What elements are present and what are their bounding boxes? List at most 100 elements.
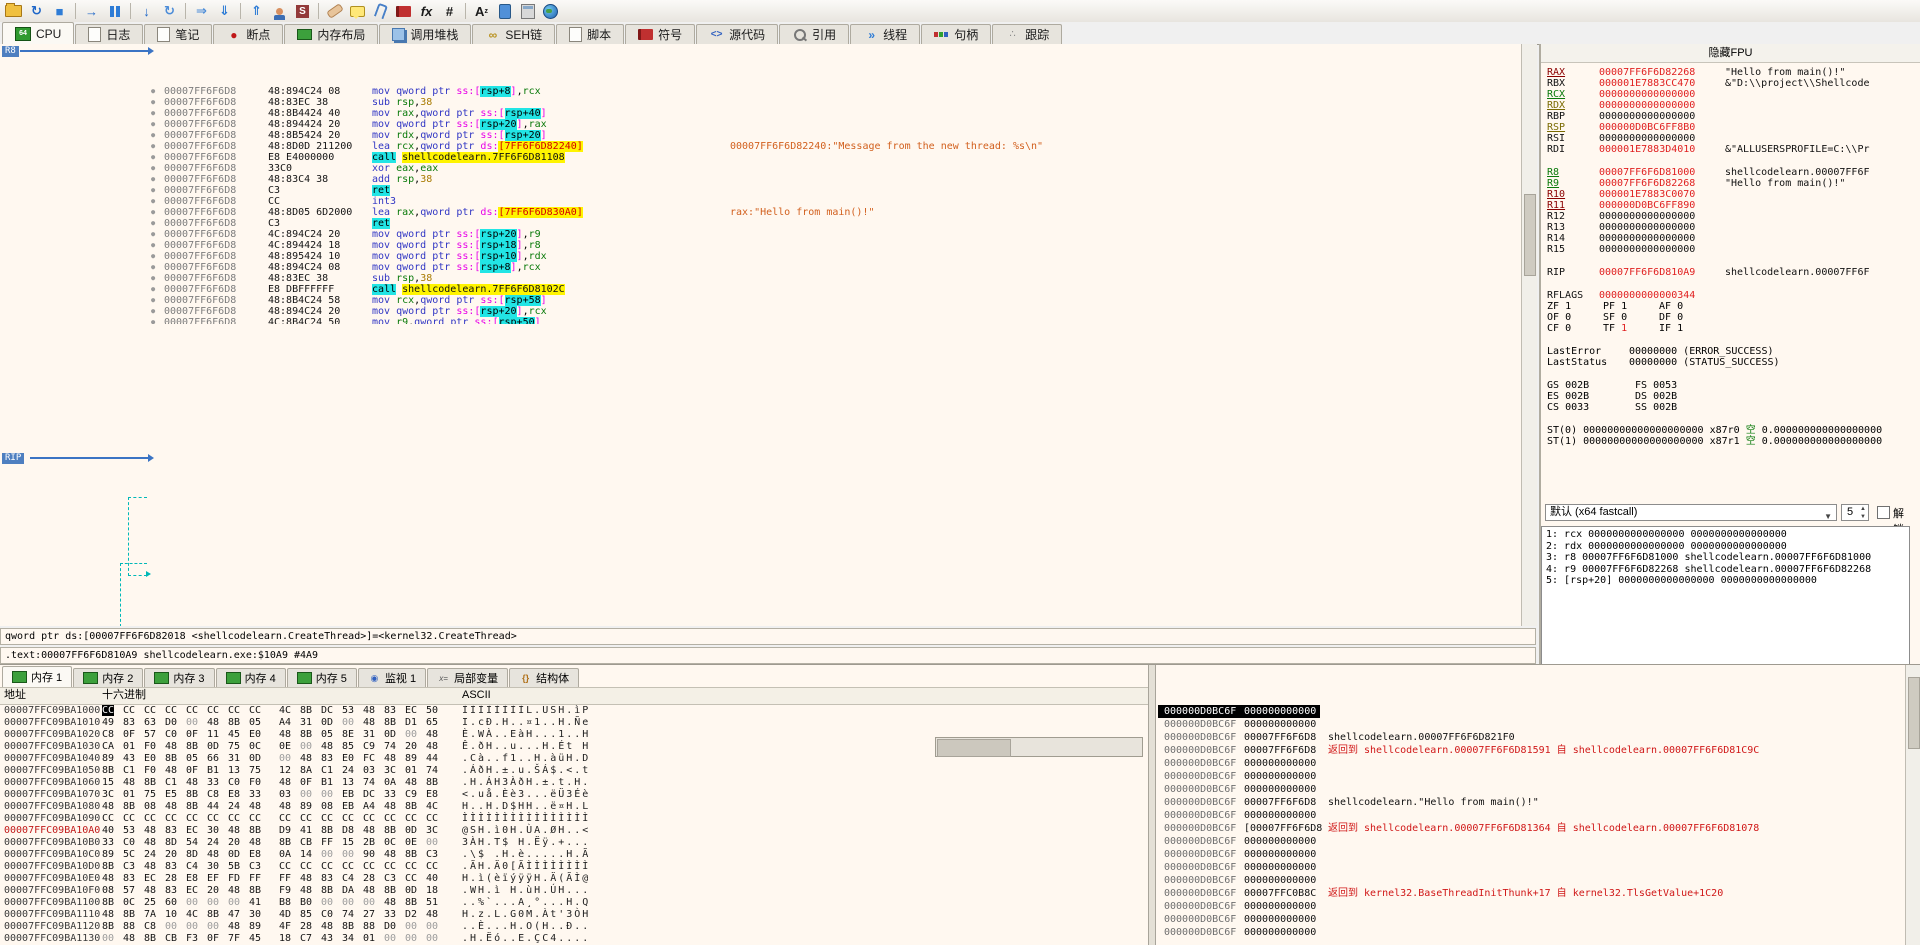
dump-row[interactable]: 00007FFC09BA1080488B08488B442448488908EB… [0, 801, 1148, 813]
stack-pane[interactable]: 000000D0BC6F000000000000000000D0BC6F0000… [1156, 665, 1905, 945]
dump-row[interactable]: 00007FFC09BA1000CCCCCCCCCCCCCCCC4C8BDC53… [0, 705, 1148, 717]
open-file-icon[interactable] [3, 2, 24, 21]
register-row-RBP[interactable]: RBP0000000000000000 [1547, 111, 1916, 122]
tab-断点[interactable]: ●断点 [213, 24, 283, 44]
tab-内存 3[interactable]: 内存 3 [144, 668, 214, 687]
dump-row[interactable]: 00007FFC09BA10D08BC34883C4305BC3CCCCCCCC… [0, 861, 1148, 873]
stack-row[interactable]: 000000D0BC6F000000000000 [1156, 809, 1905, 822]
status-register-row[interactable]: LastError00000000 (ERROR_SUCCESS) [1547, 346, 1916, 357]
pane-splitter[interactable] [1148, 665, 1156, 945]
stack-row[interactable]: 000000D0BC6F[00007FF6F6D8返回到 shellcodele… [1156, 822, 1905, 835]
row-dot[interactable]: ● [151, 174, 161, 185]
dump-row[interactable]: 00007FFC09BA10703C0175E58BC8E833030000EB… [0, 789, 1148, 801]
registers-panel[interactable]: 隐藏FPU RAX00007FF6F6D82268"Hello from mai… [1539, 44, 1920, 712]
labels-icon[interactable]: # [439, 2, 460, 21]
row-dot[interactable]: ● [151, 185, 161, 196]
stack-row[interactable]: 000000D0BC6F00007FF6F6D8shellcodelearn."… [1156, 796, 1905, 809]
tab-内存 5[interactable]: 内存 5 [287, 668, 357, 687]
calculator-icon[interactable] [517, 2, 538, 21]
status-register-row[interactable]: LastStatus00000000 (STATUS_SUCCESS) [1547, 357, 1916, 368]
patch-icon[interactable] [324, 2, 345, 21]
disasm-row[interactable]: ●00007FF6F6D8C3ret [0, 185, 1148, 196]
stack-row[interactable]: 000000D0BC6F000000000000 [1156, 770, 1905, 783]
dump-row[interactable]: 00007FFC09BA10C0895C24208D480DE80A140000… [0, 849, 1148, 861]
execute-till-return-icon[interactable]: ⇑ [246, 2, 267, 21]
stack-row[interactable]: 000000D0BC6F000000000000 [1156, 783, 1905, 796]
spinner-arrows-icon[interactable]: ▲▼ [1860, 505, 1866, 521]
register-row-RAX[interactable]: RAX00007FF6F6D82268"Hello from main()!" [1547, 67, 1916, 78]
segment-row[interactable]: CS 0033SS 002B [1547, 402, 1916, 413]
tab-跟踪[interactable]: ∴跟踪 [992, 24, 1062, 44]
row-dot[interactable]: ● [151, 163, 161, 174]
row-dot[interactable]: ● [151, 306, 161, 317]
row-dot[interactable]: ● [151, 218, 161, 229]
row-dot[interactable]: ● [151, 141, 161, 152]
restart-icon[interactable]: ↻ [26, 2, 47, 21]
register-row-RSI[interactable]: RSI0000000000000000 [1547, 133, 1916, 144]
globe-icon[interactable] [540, 2, 561, 21]
dump-row[interactable]: 00007FFC09BA10A040534883EC30488BD9418BD8… [0, 825, 1148, 837]
tab-脚本[interactable]: 脚本 [556, 24, 624, 44]
stack-row[interactable]: 000000D0BC6F000000000000 [1156, 874, 1905, 887]
tab-引用[interactable]: 引用 [779, 24, 849, 44]
tab-SEH链[interactable]: ∞SEH链 [472, 24, 555, 44]
calling-convention-select[interactable]: 默认 (x64 fastcall)▼ [1545, 504, 1837, 521]
dump-row[interactable]: 00007FFC09BA11208B88C800000048894F28488B… [0, 921, 1148, 933]
row-dot[interactable]: ● [151, 251, 161, 262]
hide-fpu-button[interactable]: 隐藏FPU [1541, 44, 1920, 63]
stop-icon[interactable]: ■ [49, 2, 70, 21]
disasm-row[interactable]: ●00007FF6F6D848:8B4424 40mov rax,qword p… [0, 108, 1148, 119]
arg-count-stepper[interactable]: 5▲▼ [1841, 504, 1869, 521]
register-row-RDX[interactable]: RDX0000000000000000 [1547, 100, 1916, 111]
tab-符号[interactable]: 符号 [625, 24, 695, 44]
functions-fx-icon[interactable]: fx [416, 2, 437, 21]
register-row-R10[interactable]: R10000001E7883C0070 [1547, 189, 1916, 200]
stack-scrollbar[interactable] [1905, 665, 1920, 945]
register-row-R15[interactable]: R150000000000000000 [1547, 244, 1916, 255]
flags-row[interactable]: OF 0SF 0DF 0 [1547, 312, 1916, 323]
tab-源代码[interactable]: <>源代码 [696, 24, 778, 44]
favourites-icon[interactable] [393, 2, 414, 21]
row-dot[interactable]: ● [151, 97, 161, 108]
tab-日志[interactable]: 日志 [75, 24, 143, 44]
argument-row[interactable]: 4: r9 00007FF6F6D82268 shellcodelearn.00… [1546, 564, 1905, 576]
run-icon[interactable]: → [81, 2, 102, 21]
register-row-R13[interactable]: R130000000000000000 [1547, 222, 1916, 233]
run-to-cursor-icon[interactable]: ⇒ [191, 2, 212, 21]
tab-句柄[interactable]: 句柄 [921, 24, 991, 44]
disassembly-pane[interactable]: ●00007FF6F6D848:894C24 08mov qword ptr s… [0, 44, 1521, 626]
modules-icon[interactable] [494, 2, 515, 21]
disasm-row[interactable]: ●00007FF6F6D848:895424 10mov qword ptr s… [0, 251, 1148, 262]
fpu-register-row-ST(1)[interactable]: ST(1) 00000000000000000000 x87r1 空 0.000… [1547, 436, 1916, 447]
font-icon[interactable]: Az [471, 2, 492, 21]
register-row-RFLAGS[interactable]: RFLAGS0000000000000344 [1547, 290, 1916, 301]
row-dot[interactable]: ● [151, 317, 161, 324]
unlock-checkbox[interactable] [1877, 506, 1890, 519]
row-dot[interactable]: ● [151, 273, 161, 284]
stack-row[interactable]: 000000D0BC6F000000000000 [1156, 861, 1905, 874]
stack-row[interactable]: 000000D0BC6F000000000000 [1156, 757, 1905, 770]
dump-row[interactable]: 00007FFC09BA106015488BC14833C0F0480FB113… [0, 777, 1148, 789]
disassembly-scrollbar[interactable] [1521, 44, 1537, 626]
row-dot[interactable]: ● [151, 295, 161, 306]
disasm-row[interactable]: ●00007FF6F6D848:83EC 38sub rsp,38 [0, 97, 1148, 108]
row-dot[interactable]: ● [151, 229, 161, 240]
row-dot[interactable]: ● [151, 130, 161, 141]
register-row-RDI[interactable]: RDI000001E7883D4010&"ALLUSERSPROFILE=C:\… [1547, 144, 1916, 155]
argument-row[interactable]: 1: rcx 0000000000000000 0000000000000000 [1546, 529, 1905, 541]
segment-row[interactable]: GS 002BFS 0053 [1547, 380, 1916, 391]
pause-icon[interactable] [104, 2, 125, 21]
disasm-row[interactable]: ●00007FF6F6D848:8D05 6D2000lea rax,qword… [0, 207, 1148, 218]
tab-调用堆栈[interactable]: 调用堆栈 [379, 24, 471, 44]
stack-row[interactable]: 000000D0BC6F000000000000 [1156, 913, 1905, 926]
row-dot[interactable]: ● [151, 86, 161, 97]
argument-row[interactable]: 2: rdx 0000000000000000 0000000000000000 [1546, 541, 1905, 553]
dump-row[interactable]: 00007FFC09BA10E04883EC28E8EFFDFFFF4883C4… [0, 873, 1148, 885]
stack-row[interactable]: 000000D0BC6F000000000000 [1156, 848, 1905, 861]
dump-row[interactable]: 00007FFC09BA10F008574883EC20488BF9488BDA… [0, 885, 1148, 897]
dump-hscrollbar[interactable] [935, 737, 1143, 757]
dump-row[interactable]: 00007FFC09BA1110488B7A104C8B47304D85C074… [0, 909, 1148, 921]
stack-row[interactable]: 000000D0BC6F00007FF6F6D8返回到 shellcodelea… [1156, 744, 1905, 757]
dump-row[interactable]: 00007FFC09BA10508BC1F0480FB11375128AC124… [0, 765, 1148, 777]
flags-row[interactable]: ZF 1PF 1AF 0 [1547, 301, 1916, 312]
